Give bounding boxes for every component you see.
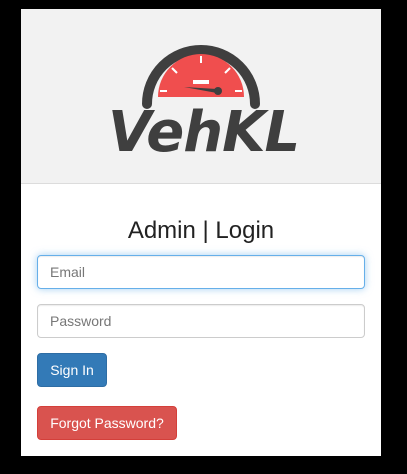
password-field[interactable] <box>37 304 365 338</box>
login-card: VehKL Admin | Login Sign In Forgot Passw… <box>21 9 381 456</box>
brand-logo-text: VehKL <box>108 100 300 165</box>
page-title: Admin | Login <box>127 217 275 244</box>
logo-panel: VehKL <box>21 9 381 184</box>
email-field[interactable] <box>37 255 365 289</box>
forgot-password-button[interactable]: Forgot Password? <box>37 406 177 440</box>
sign-in-button[interactable]: Sign In <box>37 353 107 387</box>
